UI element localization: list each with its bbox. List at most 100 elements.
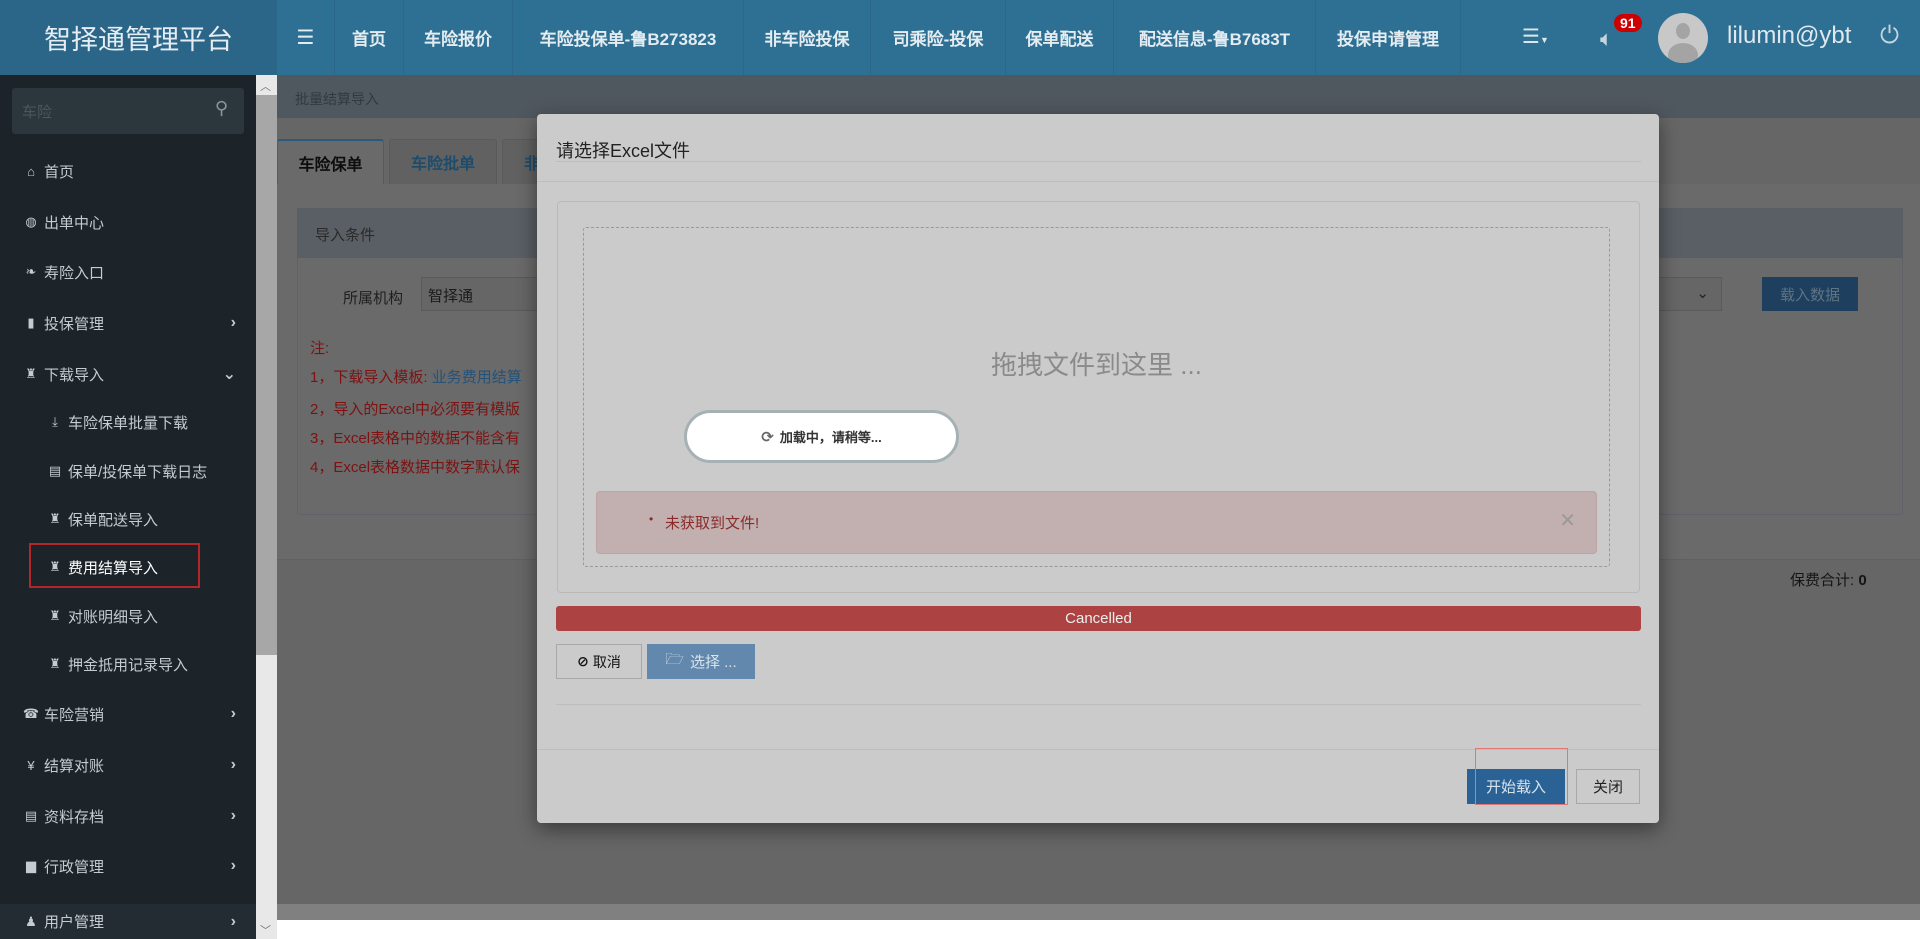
nav-passenger[interactable]: 司乘险-投保 bbox=[871, 0, 1006, 75]
close-alert-icon[interactable]: ✕ bbox=[1559, 508, 1576, 533]
sidebar-item-11[interactable]: ☎ 车险营销 › bbox=[0, 694, 256, 734]
sidebar-item-label: 用户管理 bbox=[44, 914, 105, 931]
note-1: 1，下载导入模板: 业务费用结算 bbox=[310, 366, 522, 387]
sidebar-item-label: 保单/投保单下载日志 bbox=[68, 463, 208, 481]
browse-label: 选择 ... bbox=[689, 654, 737, 671]
sidebar-item-label: 寿险入口 bbox=[44, 264, 105, 282]
sidebar-item-10[interactable]: ♜ 押金抵用记录导入 bbox=[0, 644, 256, 684]
import-icon: ♜ bbox=[49, 511, 61, 526]
sidebar-item-label: 对账明细导入 bbox=[68, 608, 159, 626]
sidebar-item-0[interactable]: ⌂ 首页 bbox=[0, 151, 256, 191]
scroll-up-icon[interactable]: ︿ bbox=[260, 78, 271, 94]
sidebar-item-label: 保单配送导入 bbox=[68, 511, 159, 529]
sidebar-item-label: 车险营销 bbox=[44, 706, 105, 724]
sidebar-item-15[interactable]: ♟ 用户管理 › bbox=[0, 904, 256, 939]
import-icon: ♜ bbox=[25, 366, 37, 381]
scroll-down-icon[interactable]: ﹀ bbox=[260, 922, 271, 938]
home-icon: ⌂ bbox=[27, 163, 35, 179]
error-message: 未获取到文件! bbox=[665, 515, 760, 532]
search-icon[interactable]: ⚲ bbox=[215, 98, 228, 119]
nav-auto-policy[interactable]: 车险投保单-鲁B273823 bbox=[513, 0, 744, 75]
chevron-icon: › bbox=[230, 807, 236, 824]
sidebar-item-2[interactable]: ❧ 寿险入口 bbox=[0, 252, 256, 292]
org-label: 所属机构 bbox=[343, 290, 404, 307]
active-item-highlight bbox=[29, 543, 200, 588]
sidebar-item-13[interactable]: ▤ 资料存档 › bbox=[0, 796, 256, 836]
upload-progress-bar: Cancelled bbox=[556, 606, 1641, 631]
total-label: 保费合计: bbox=[1790, 572, 1855, 589]
folder-open-icon: 🗁︎ bbox=[665, 651, 684, 668]
sidebar-item-3[interactable]: ▮ 投保管理 › bbox=[0, 303, 256, 343]
click-highlight-box bbox=[1475, 748, 1568, 805]
note-2: 2，导入的Excel中必须要有模版 bbox=[310, 401, 521, 418]
note-3: 3，Excel表格中的数据不能含有 bbox=[310, 430, 521, 447]
sidebar-item-label: 资料存档 bbox=[44, 808, 105, 826]
sidebar-item-label: 投保管理 bbox=[44, 315, 105, 333]
avatar[interactable] bbox=[1658, 13, 1708, 63]
nav-delivery[interactable]: 保单配送 bbox=[1006, 0, 1114, 75]
chevron-icon: › bbox=[230, 857, 236, 874]
body-divider bbox=[556, 704, 1641, 705]
sidebar-item-label: 结算对账 bbox=[44, 757, 105, 775]
load-data-button[interactable]: 载入数据 bbox=[1762, 277, 1858, 311]
refresh-icon: ⟳ bbox=[761, 428, 774, 446]
sidebar-item-9[interactable]: ♜ 对账明细导入 bbox=[0, 596, 256, 636]
username[interactable]: lilumin@ybt bbox=[1727, 22, 1851, 50]
bullet: • bbox=[649, 512, 654, 526]
modal-title: 请选择Excel文件 bbox=[556, 141, 691, 161]
search-placeholder: 车险 bbox=[22, 104, 53, 121]
loading-indicator: ⟳ 加载中，请稍等... bbox=[684, 410, 959, 463]
sidebar-item-label: 车险保单批量下载 bbox=[68, 414, 189, 432]
chevron-down-icon: ⌄ bbox=[1696, 285, 1709, 302]
list-menu-icon[interactable]: ☰▼ bbox=[1522, 24, 1549, 49]
nav-apply-manage[interactable]: 投保申请管理 bbox=[1316, 0, 1461, 75]
sidebar-item-label: 下载导入 bbox=[44, 366, 105, 384]
chevron-icon: › bbox=[230, 756, 236, 773]
note-4: 4，Excel表格数据中数字默认保 bbox=[310, 459, 521, 476]
sidebar-item-label: 行政管理 bbox=[44, 858, 105, 876]
phone-icon: ☎ bbox=[22, 706, 40, 721]
error-alert: • 未获取到文件! ✕ bbox=[596, 491, 1597, 554]
notification-badge: 91 bbox=[1614, 14, 1642, 32]
horizontal-scrollbar[interactable] bbox=[277, 904, 1920, 920]
nav-auto-quote[interactable]: 车险报价 bbox=[404, 0, 513, 75]
org-select-value: 智择通 bbox=[428, 288, 474, 305]
sidebar-item-14[interactable]: ▆ 行政管理 › bbox=[0, 846, 256, 886]
list-icon: ▤ bbox=[48, 463, 62, 478]
sidebar-search-input[interactable]: 车险 ⚲ bbox=[12, 88, 244, 134]
download-icon: ⤓ bbox=[52, 414, 58, 429]
globe-icon: ◍ bbox=[25, 214, 37, 229]
sidebar-item-5[interactable]: ⤓ 车险保单批量下载 bbox=[0, 402, 256, 442]
chevron-icon: › bbox=[230, 705, 236, 722]
tab-auto-policy[interactable]: 车险保单 bbox=[277, 139, 384, 184]
sidebar-item-7[interactable]: ♜ 保单配送导入 bbox=[0, 499, 256, 539]
nav-home[interactable]: 首页 bbox=[335, 0, 404, 75]
app-logo[interactable]: 智择通管理平台 bbox=[0, 0, 277, 75]
menu-toggle-icon[interactable]: ☰ bbox=[277, 0, 335, 75]
ban-icon: ⊘ bbox=[577, 653, 589, 669]
sidebar-item-label: 押金抵用记录导入 bbox=[68, 656, 189, 674]
sidebar-item-1[interactable]: ◍ 出单中心 bbox=[0, 202, 256, 242]
chevron-icon: ⌄ bbox=[222, 366, 236, 383]
loading-text: 加载中，请稍等... bbox=[779, 430, 882, 445]
sidebar-item-6[interactable]: ▤ 保单/投保单下载日志 bbox=[0, 451, 256, 491]
close-modal-button[interactable]: 关闭 bbox=[1576, 769, 1640, 804]
cancel-upload-button[interactable]: ⊘ 取消 bbox=[556, 644, 642, 679]
browse-button[interactable]: 🗁︎ 选择 ... bbox=[647, 644, 755, 679]
sidebar-item-4[interactable]: ♜ 下载导入 ⌄ bbox=[0, 354, 256, 394]
note-heading: 注: bbox=[310, 340, 330, 357]
power-icon[interactable]: ⏻ bbox=[1880, 22, 1899, 50]
sidebar-item-label: 首页 bbox=[44, 163, 75, 181]
tab-auto-endorsement[interactable]: 车险批单 bbox=[389, 139, 497, 184]
speaker-icon[interactable]: 🔈︎ bbox=[1600, 26, 1613, 52]
file-icon: ▮ bbox=[27, 315, 35, 330]
title-underline bbox=[556, 161, 1641, 162]
nav-non-auto[interactable]: 非车险投保 bbox=[744, 0, 871, 75]
sidebar-item-12[interactable]: ¥ 结算对账 › bbox=[0, 745, 256, 785]
nav-delivery-info[interactable]: 配送信息-鲁B7683T bbox=[1114, 0, 1316, 75]
template-download-link[interactable]: 业务费用结算 bbox=[432, 369, 522, 386]
import-icon: ♜ bbox=[49, 656, 61, 671]
briefcase-icon: ▆ bbox=[26, 858, 36, 873]
cancel-label: 取消 bbox=[592, 653, 621, 670]
scrollbar-thumb[interactable] bbox=[256, 95, 277, 655]
